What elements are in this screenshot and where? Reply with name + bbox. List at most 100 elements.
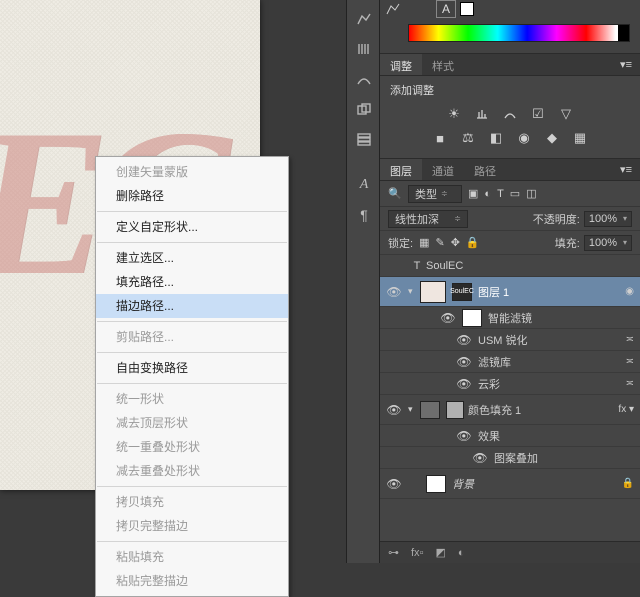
brushes-icon[interactable]	[347, 36, 381, 62]
channel-mixer-icon[interactable]: ◆	[543, 130, 561, 146]
ctx-make-selection[interactable]: 建立选区...	[96, 246, 288, 270]
color-balance-icon[interactable]: ⚖	[459, 130, 477, 146]
lock-label: 锁定:	[388, 235, 413, 251]
blend-mode-dropdown[interactable]: 线性加深≑	[388, 210, 468, 228]
filter-shape-icon[interactable]: ▭	[510, 187, 520, 200]
expand-toggle[interactable]: ▾	[408, 286, 420, 297]
layer-thumbnail[interactable]	[426, 475, 446, 493]
fx-badge[interactable]: fx ▾	[618, 404, 634, 415]
path-context-menu: 创建矢量蒙版 删除路径 定义自定形状... 建立选区... 填充路径... 描边…	[95, 156, 289, 597]
filter-smart-icon[interactable]: ◫	[526, 187, 536, 200]
character-icon[interactable]: A	[347, 172, 381, 198]
fill-layer-thumb[interactable]	[446, 401, 464, 419]
tab-layers[interactable]: 图层	[380, 159, 422, 180]
tab-paths[interactable]: 路径	[464, 159, 506, 180]
filter-img-icon[interactable]: ▣	[468, 187, 478, 200]
bw-icon[interactable]: ◧	[487, 130, 505, 146]
smart-filter-icon[interactable]: ◉	[625, 286, 634, 297]
visibility-toggle[interactable]: 👁	[450, 355, 478, 369]
photo-filter-icon[interactable]: ◉	[515, 130, 533, 146]
foreground-swatch[interactable]	[460, 2, 474, 16]
fill-input[interactable]: 100%▾	[584, 235, 632, 251]
ctx-subtract-overlap: 减去重叠处形状	[96, 459, 288, 483]
ctx-stroke-path[interactable]: 描边路径...	[96, 294, 288, 318]
opacity-input[interactable]: 100%▾	[584, 211, 632, 227]
type-layer-icon: T	[408, 260, 426, 272]
layer-row-layer1[interactable]: 👁 ▾ SoulEC 图层 1 ◉	[380, 277, 640, 307]
filter-controls-icon[interactable]: ≍	[626, 334, 634, 345]
filter-row-usm[interactable]: 👁 USM 锐化 ≍	[380, 329, 640, 351]
visibility-toggle[interactable]: 👁	[380, 403, 408, 417]
visibility-toggle[interactable]: 👁	[466, 451, 494, 465]
ctx-delete-path[interactable]: 删除路径	[96, 184, 288, 208]
tab-adjustments[interactable]: 调整	[380, 54, 422, 75]
ctx-separator	[97, 541, 287, 542]
filter-mask-thumb[interactable]	[462, 309, 482, 327]
lock-pixels-icon[interactable]: ▦	[419, 236, 429, 249]
layer-effects-icon[interactable]: fx▫	[411, 547, 423, 559]
ctx-define-shape[interactable]: 定义自定形状...	[96, 215, 288, 239]
tab-channels[interactable]: 通道	[422, 159, 464, 180]
exposure-icon[interactable]: ☑	[529, 106, 547, 122]
expand-toggle[interactable]: ▾	[408, 404, 420, 415]
hue-icon[interactable]: ■	[431, 130, 449, 146]
filter-type-icon[interactable]: T	[497, 188, 504, 200]
histogram-mini-icon[interactable]	[385, 2, 401, 19]
smart-filters-row[interactable]: 👁 智能滤镜	[380, 307, 640, 329]
opacity-label: 不透明度:	[533, 211, 580, 227]
visibility-toggle[interactable]: 👁	[450, 377, 478, 391]
histogram-icon[interactable]	[347, 6, 381, 32]
color-spectrum[interactable]	[408, 24, 630, 42]
ctx-free-transform[interactable]: 自由变换路径	[96, 356, 288, 380]
ctx-separator	[97, 321, 287, 322]
adjustment-layer-icon[interactable]: ◐	[458, 547, 465, 559]
filter-row-clouds[interactable]: 👁 云彩 ≍	[380, 373, 640, 395]
effects-row[interactable]: 👁 效果	[380, 425, 640, 447]
layer-filter-dropdown[interactable]: 类型≑	[408, 185, 462, 203]
filter-controls-icon[interactable]: ≍	[626, 356, 634, 367]
layer-row-text[interactable]: T SoulEC	[380, 255, 640, 277]
levels-icon[interactable]	[473, 106, 491, 122]
layer-mask-icon[interactable]: ◩	[435, 546, 445, 559]
ctx-separator	[97, 383, 287, 384]
brightness-icon[interactable]: ☀	[445, 106, 463, 122]
char-a-icon[interactable]: A	[436, 0, 456, 18]
lock-brush-icon[interactable]: ✎	[435, 236, 444, 249]
color-lookup-icon[interactable]: ▦	[571, 130, 589, 146]
layer-row-background[interactable]: 👁 背景 🔒	[380, 469, 640, 499]
visibility-toggle[interactable]: 👁	[450, 429, 478, 443]
filter-adj-icon[interactable]: ◐	[484, 188, 491, 200]
lock-all-icon[interactable]: 🔒	[466, 236, 480, 249]
tool-presets-icon[interactable]	[347, 126, 381, 152]
visibility-toggle[interactable]: 👁	[380, 477, 408, 491]
tab-styles[interactable]: 样式	[422, 54, 464, 75]
layer-thumbnail[interactable]	[420, 281, 446, 303]
ctx-subtract-front: 减去顶层形状	[96, 411, 288, 435]
layers-panel: 图层 通道 路径 ▾≡ 🔍 类型≑ ▣ ◐ T ▭ ◫ 线性加深≑ 不透明度: …	[380, 159, 640, 499]
visibility-toggle[interactable]: 👁	[450, 333, 478, 347]
filter-controls-icon[interactable]: ≍	[626, 378, 634, 389]
mask-thumb[interactable]	[420, 401, 440, 419]
adjustments-panel: 调整 样式 ▾≡ 添加调整 ☀ ☑ ▽ ■ ⚖ ◧ ◉ ◆ ▦	[380, 54, 640, 159]
effect-pattern-overlay[interactable]: 👁 图案叠加	[380, 447, 640, 469]
link-layers-icon[interactable]: ⊶	[388, 546, 399, 559]
layer-row-colorfill[interactable]: 👁 ▾ 颜色填充 1 fx ▾	[380, 395, 640, 425]
clone-source-icon[interactable]	[347, 96, 381, 122]
right-panels: A 调整 样式 ▾≡ 添加调整 ☀ ☑ ▽ ■ ⚖ ◧ ◉ ◆ ▦ 图层	[380, 0, 640, 563]
add-adjustment-label: 添加调整	[380, 76, 640, 102]
ctx-fill-path[interactable]: 填充路径...	[96, 270, 288, 294]
ctx-clipping-path: 剪贴路径...	[96, 325, 288, 349]
lock-position-icon[interactable]: ✥	[451, 236, 460, 249]
vibrance-icon[interactable]: ▽	[557, 106, 575, 122]
ctx-separator	[97, 486, 287, 487]
panel-menu-icon[interactable]: ▾≡	[612, 54, 640, 75]
visibility-toggle[interactable]: 👁	[380, 285, 408, 299]
visibility-toggle[interactable]: 👁	[434, 311, 462, 325]
ctx-paste-fill: 粘贴填充	[96, 545, 288, 569]
filter-icon[interactable]: 🔍	[388, 187, 402, 201]
brush-settings-icon[interactable]	[347, 66, 381, 92]
filter-row-gallery[interactable]: 👁 滤镜库 ≍	[380, 351, 640, 373]
curves-icon[interactable]	[501, 106, 519, 122]
paragraph-icon[interactable]: ¶	[347, 202, 381, 228]
panel-menu-icon[interactable]: ▾≡	[612, 159, 640, 180]
